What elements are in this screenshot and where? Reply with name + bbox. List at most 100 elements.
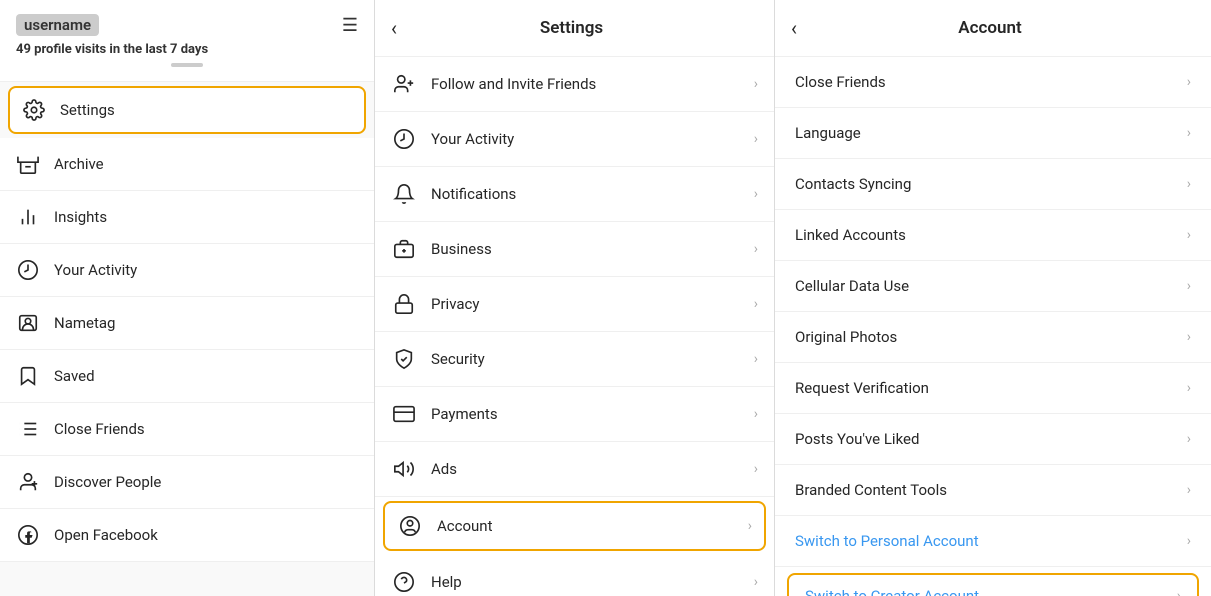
account-title: Account xyxy=(809,18,1171,38)
account-item-contacts-syncing[interactable]: Contacts Syncing › xyxy=(775,159,1211,210)
account-item-branded-content[interactable]: Branded Content Tools › xyxy=(775,465,1211,516)
account-label: Account xyxy=(437,517,748,535)
switch-creator-label: Switch to Creator Account xyxy=(805,587,979,596)
account-item-posts-liked[interactable]: Posts You've Liked › xyxy=(775,414,1211,465)
chevron-icon: › xyxy=(1187,227,1191,243)
nametag-label: Nametag xyxy=(54,314,115,332)
switch-personal-label: Switch to Personal Account xyxy=(795,532,979,550)
hamburger-icon[interactable]: ☰ xyxy=(342,15,358,36)
chevron-icon: › xyxy=(754,296,758,312)
account-item-language[interactable]: Language › xyxy=(775,108,1211,159)
chevron-icon: › xyxy=(754,186,758,202)
profile-header: username ☰ 49 profile visits in the last… xyxy=(0,0,374,82)
card-icon xyxy=(391,401,417,427)
open-facebook-label: Open Facebook xyxy=(54,526,158,544)
saved-icon xyxy=(16,364,40,388)
follow-invite-label: Follow and Invite Friends xyxy=(431,75,754,93)
sidebar-item-discover-people[interactable]: Discover People xyxy=(0,456,374,509)
right-panel: ‹ Account Close Friends › Language › Con… xyxy=(775,0,1211,596)
settings-item-follow-invite[interactable]: Follow and Invite Friends › xyxy=(375,57,774,112)
discover-icon xyxy=(16,470,40,494)
bell-icon xyxy=(391,181,417,207)
settings-item-ads[interactable]: Ads › xyxy=(375,442,774,497)
notifications-label: Notifications xyxy=(431,185,754,203)
chevron-icon: › xyxy=(754,406,758,422)
discover-people-label: Discover People xyxy=(54,473,161,491)
chevron-icon: › xyxy=(1187,380,1191,396)
chevron-icon: › xyxy=(1187,431,1191,447)
nametag-icon xyxy=(16,311,40,335)
account-item-request-verification[interactable]: Request Verification › xyxy=(775,363,1211,414)
account-header: ‹ Account xyxy=(775,0,1211,57)
close-friends-label: Close Friends xyxy=(54,420,145,438)
settings-item-privacy[interactable]: Privacy › xyxy=(375,277,774,332)
account-item-switch-creator[interactable]: Switch to Creator Account › xyxy=(787,573,1199,596)
business-label: Business xyxy=(431,240,754,258)
sidebar-item-settings[interactable]: Settings xyxy=(8,86,366,134)
settings-item-help[interactable]: Help › xyxy=(375,555,774,596)
close-friends-icon xyxy=(16,417,40,441)
chevron-icon: › xyxy=(1187,533,1191,549)
facebook-icon xyxy=(16,523,40,547)
settings-item-notifications[interactable]: Notifications › xyxy=(375,167,774,222)
settings-back-button[interactable]: ‹ xyxy=(391,16,397,40)
settings-item-payments[interactable]: Payments › xyxy=(375,387,774,442)
account-item-linked-accounts[interactable]: Linked Accounts › xyxy=(775,210,1211,261)
sidebar-item-archive[interactable]: Archive xyxy=(0,138,374,191)
person-circle-icon xyxy=(397,513,423,539)
gear-icon xyxy=(22,98,46,122)
settings-item-account[interactable]: Account › xyxy=(383,501,766,551)
add-person-icon xyxy=(391,71,417,97)
help-icon xyxy=(391,569,417,595)
settings-item-your-activity[interactable]: Your Activity › xyxy=(375,112,774,167)
chevron-icon: › xyxy=(754,76,758,92)
language-label: Language xyxy=(795,124,861,142)
profile-visits: 49 profile visits in the last 7 days xyxy=(16,42,358,57)
insights-label: Insights xyxy=(54,208,107,226)
chevron-icon: › xyxy=(1187,74,1191,90)
account-item-cellular-data[interactable]: Cellular Data Use › xyxy=(775,261,1211,312)
payments-label: Payments xyxy=(431,405,754,423)
account-item-close-friends[interactable]: Close Friends › xyxy=(775,57,1211,108)
sidebar-item-nametag[interactable]: Nametag xyxy=(0,297,374,350)
account-back-button[interactable]: ‹ xyxy=(791,16,797,40)
chevron-icon: › xyxy=(1187,176,1191,192)
archive-icon xyxy=(16,152,40,176)
security-label: Security xyxy=(431,350,754,368)
ads-label: Ads xyxy=(431,460,754,478)
chevron-icon: › xyxy=(754,351,758,367)
chevron-icon: › xyxy=(754,461,758,477)
your-activity-label: Your Activity xyxy=(54,261,137,279)
sidebar-item-insights[interactable]: Insights xyxy=(0,191,374,244)
chevron-icon: › xyxy=(1187,329,1191,345)
linked-accounts-label: Linked Accounts xyxy=(795,226,906,244)
account-item-switch-personal[interactable]: Switch to Personal Account › xyxy=(775,516,1211,567)
ads-icon xyxy=(391,456,417,482)
your-activity-label: Your Activity xyxy=(431,130,754,148)
chevron-icon: › xyxy=(1177,588,1181,596)
scroll-indicator xyxy=(171,63,203,67)
archive-label: Archive xyxy=(54,155,104,173)
branded-content-label: Branded Content Tools xyxy=(795,481,947,499)
posts-liked-label: Posts You've Liked xyxy=(795,430,919,448)
chevron-icon: › xyxy=(1187,482,1191,498)
saved-label: Saved xyxy=(54,367,95,385)
settings-menu-list: Follow and Invite Friends › Your Activit… xyxy=(375,57,774,596)
settings-item-business[interactable]: Business › xyxy=(375,222,774,277)
shield-icon xyxy=(391,346,417,372)
settings-item-security[interactable]: Security › xyxy=(375,332,774,387)
privacy-label: Privacy xyxy=(431,295,754,313)
account-item-original-photos[interactable]: Original Photos › xyxy=(775,312,1211,363)
sidebar-item-open-facebook[interactable]: Open Facebook xyxy=(0,509,374,562)
sidebar-item-close-friends[interactable]: Close Friends xyxy=(0,403,374,456)
chevron-icon: › xyxy=(748,518,752,534)
activity-icon xyxy=(16,258,40,282)
original-photos-label: Original Photos xyxy=(795,328,897,346)
sidebar-item-your-activity[interactable]: Your Activity xyxy=(0,244,374,297)
clock-icon xyxy=(391,126,417,152)
sidebar-item-saved[interactable]: Saved xyxy=(0,350,374,403)
chevron-icon: › xyxy=(1187,278,1191,294)
left-panel: username ☰ 49 profile visits in the last… xyxy=(0,0,375,596)
lock-icon xyxy=(391,291,417,317)
insights-icon xyxy=(16,205,40,229)
